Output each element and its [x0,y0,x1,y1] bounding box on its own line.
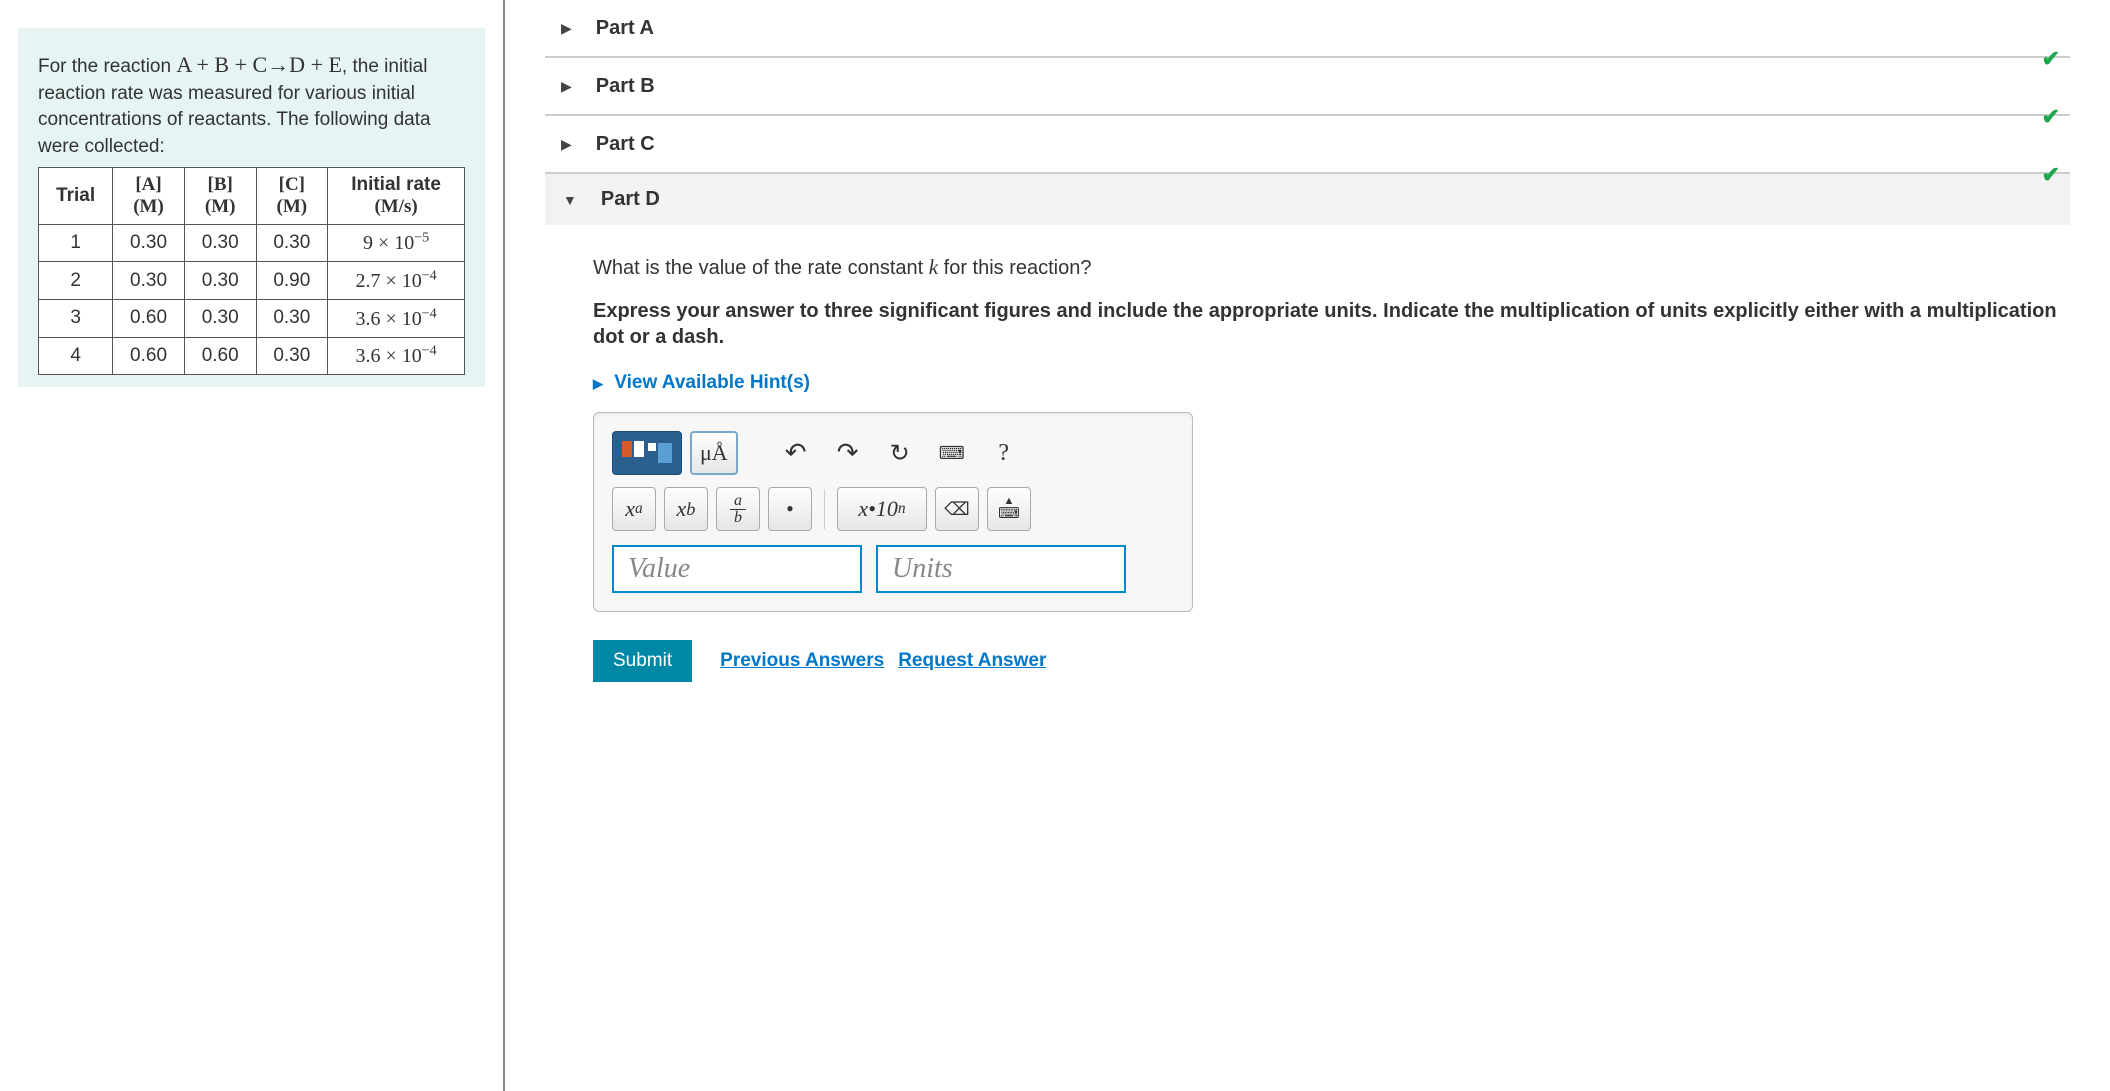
templates-button[interactable] [612,431,682,475]
submit-button[interactable]: Submit [593,640,692,682]
redo-button[interactable]: ↷ [826,431,870,475]
part-a-header[interactable]: ▶ Part A ✔ [545,0,2070,56]
part-c-header[interactable]: ▶ Part C ✔ [545,116,2070,172]
part-b-label: Part B [596,75,655,98]
units-symbols-label: μÅ [700,440,728,466]
part-a-label: Part A [596,17,654,40]
th-rate: Initial rate(M/s) [328,167,465,224]
answer-entry-box: μÅ ↶ ↷ ↻ ⌨ ? xa xb ab [593,412,1193,612]
units-input[interactable]: Units [876,545,1126,593]
reset-button[interactable]: ↻ [878,431,922,475]
part-d-body: What is the value of the rate constant k… [545,225,2070,682]
units-symbols-button[interactable]: μÅ [690,431,738,475]
table-row: 3 0.60 0.30 0.30 3.6 × 10−4 [39,299,465,337]
problem-intro-pre: For the reaction [38,56,176,77]
subscript-button[interactable]: xb [664,487,708,531]
toolbar-row-1: μÅ ↶ ↷ ↻ ⌨ ? [612,431,1174,475]
templates-icon [647,442,673,464]
part-b-header[interactable]: ▶ Part B ✔ [545,58,2070,114]
caret-right-icon: ▶ [561,20,572,37]
keyboard-shortcuts-button[interactable]: ▲⌨ [987,487,1031,531]
value-input[interactable]: Value [612,545,862,593]
keyboard-icon: ⌨ [939,443,965,464]
table-row: 4 0.60 0.60 0.30 3.6 × 10−4 [39,337,465,375]
problem-equation: A + B + C→D + E [176,52,342,77]
table-row: 2 0.30 0.30 0.90 2.7 × 10−4 [39,262,465,300]
templates-icon [621,440,645,466]
caret-down-icon: ▼ [563,192,577,208]
request-answer-link[interactable]: Request Answer [898,650,1046,672]
superscript-button[interactable]: xa [612,487,656,531]
part-d-header[interactable]: ▼ Part D [545,174,2070,225]
units-placeholder: Units [892,553,953,585]
toolbar-row-2: xa xb ab • x•10n ⌫ ▲⌨ [612,487,1174,531]
keyboard-up-icon: ▲⌨ [998,496,1020,522]
scientific-notation-button[interactable]: x•10n [837,487,927,531]
input-row: Value Units [612,545,1174,593]
parts-panel: ▶ Part A ✔ ▶ Part B ✔ ▶ Part C ✔ ▼ Part … [505,0,2110,1091]
view-hints-link[interactable]: ▶ View Available Hint(s) [593,372,2070,394]
data-table: Trial [A](M) [B](M) [C](M) Initial rate(… [38,167,465,376]
th-a: [A](M) [113,167,185,224]
backspace-button[interactable]: ⌫ [935,487,979,531]
problem-box: For the reaction A + B + C→D + E, the in… [18,28,485,387]
caret-right-icon: ▶ [593,376,603,391]
th-trial: Trial [39,167,113,224]
problem-statement: For the reaction A + B + C→D + E, the in… [38,50,465,161]
hint-label: View Available Hint(s) [614,372,810,393]
check-icon: ✔ [2042,162,2060,188]
previous-answers-link[interactable]: Previous Answers [720,650,884,672]
help-button[interactable]: ? [982,431,1026,475]
table-body: 1 0.30 0.30 0.30 9 × 10−5 2 0.30 0.30 0.… [39,224,465,375]
keyboard-button[interactable]: ⌨ [930,431,974,475]
th-b: [B](M) [184,167,256,224]
backspace-icon: ⌫ [944,499,969,520]
button-row: Submit Previous Answers Request Answer [593,640,2070,682]
fraction-button[interactable]: ab [716,487,760,531]
caret-right-icon: ▶ [561,136,572,153]
table-row: 1 0.30 0.30 0.30 9 × 10−5 [39,224,465,262]
question-text: What is the value of the rate constant k… [593,255,2070,280]
caret-right-icon: ▶ [561,78,572,95]
th-c: [C](M) [256,167,328,224]
part-c-label: Part C [596,133,655,156]
value-placeholder: Value [628,553,690,585]
instruction-text: Express your answer to three significant… [593,298,2070,350]
part-d-label: Part D [601,188,660,211]
problem-panel: For the reaction A + B + C→D + E, the in… [0,0,505,1091]
toolbar-divider [824,489,825,529]
dot-button[interactable]: • [768,487,812,531]
undo-button[interactable]: ↶ [774,431,818,475]
